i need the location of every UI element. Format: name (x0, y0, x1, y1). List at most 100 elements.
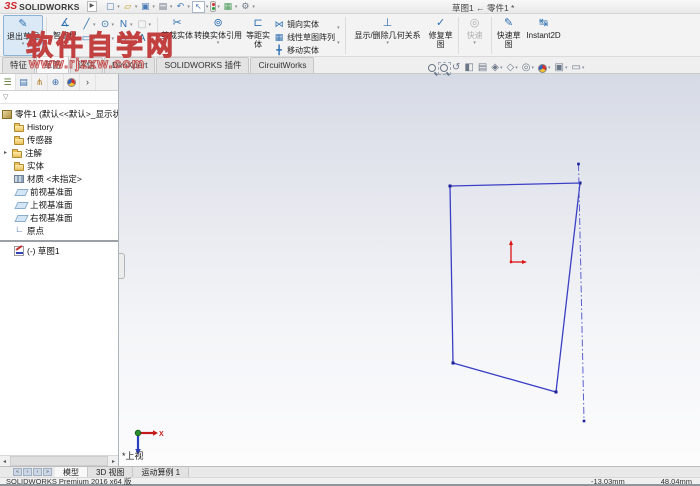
group-dropdowns[interactable]: ▾ ▾ (335, 15, 342, 56)
plane-tool-button[interactable]: ▢ ▾ (136, 19, 152, 30)
exit-sketch-dropdown-icon[interactable]: ▾ (22, 42, 25, 47)
smart-dimension-button[interactable]: ∡ 智能尺寸 (50, 15, 80, 56)
tree-item[interactable]: 原点 (0, 224, 118, 237)
display-manager-tab[interactable] (64, 74, 80, 90)
panel-splitter-handle[interactable] (119, 253, 125, 279)
view-orientation-button[interactable]: ◈ ▾ (491, 62, 502, 74)
convert-entities-button[interactable]: ⊚ 转换实体引用 ▾ (193, 15, 243, 56)
display-style-dropdown-icon[interactable]: ▾ (515, 65, 518, 71)
sketch-vertex[interactable] (448, 184, 452, 188)
scroll-left-icon[interactable]: ◂ (0, 458, 9, 465)
apply-scene-dropdown-icon[interactable]: ▾ (565, 65, 568, 71)
tab-DimXpert[interactable]: DimXpert (104, 57, 156, 73)
scrollbar-track[interactable] (10, 456, 108, 466)
select-dropdown-icon[interactable]: ▾ (206, 4, 209, 10)
display-delete-relations-button[interactable]: ⊥ 显示/删除几何关系 ▾ (349, 15, 427, 56)
arc-tool-button[interactable]: ◠ ▾ (99, 33, 115, 44)
edit-appearance-button[interactable]: ▾ (537, 63, 551, 73)
exit-sketch-button[interactable]: ✎ 退出草图 ▾ (3, 15, 43, 56)
tree-item[interactable]: 实体 (0, 159, 118, 172)
linear-pattern-button[interactable]: ▦ 线性草图阵列 (273, 31, 335, 43)
view-orientation-dropdown-icon[interactable]: ▾ (500, 65, 503, 71)
sketch-canvas[interactable]: X (119, 74, 700, 466)
quick-snaps-dropdown-icon[interactable]: ▾ (473, 41, 476, 46)
open-button[interactable]: ▱ ▾ (122, 1, 138, 12)
spline-tool-dropdown-icon[interactable]: ▾ (130, 22, 133, 28)
circle-tool-dropdown-icon[interactable]: ▾ (112, 22, 115, 28)
display-settings-button[interactable]: ▦ ▾ (222, 1, 238, 12)
options-dropdown-icon[interactable]: ▾ (252, 4, 255, 10)
rollback-bar[interactable] (0, 240, 118, 242)
instant2d-button[interactable]: ↹ Instant2D (523, 15, 565, 56)
view-settings-button[interactable]: ▭ ▾ (571, 62, 584, 74)
new-button[interactable]: ▢ ▾ (104, 1, 120, 12)
panel-horizontal-scrollbar[interactable]: ◂ ▸ (0, 455, 118, 466)
options-button[interactable]: ⚙ ▾ (239, 1, 255, 12)
open-dropdown-icon[interactable]: ▾ (135, 4, 138, 10)
rectangle-tool-dropdown-icon[interactable]: ▾ (93, 36, 96, 42)
tree-filter[interactable]: ▽ (0, 91, 118, 104)
hide-show-items-button[interactable]: ◎ ▾ (522, 62, 534, 74)
tree-item[interactable]: 右视基准面 (0, 211, 118, 224)
print-dropdown-icon[interactable]: ▾ (170, 4, 173, 10)
polygon-tool-dropdown-icon[interactable]: ▾ (130, 36, 133, 42)
scroll-right-icon[interactable]: ▸ (109, 458, 118, 465)
tree-item[interactable]: History (0, 120, 118, 133)
mirror-entities-button[interactable]: ⋈ 镜向实体 (273, 18, 335, 30)
new-dropdown-icon[interactable]: ▾ (117, 4, 120, 10)
save-button[interactable]: ▣ ▾ (139, 1, 155, 12)
sketch-vertex[interactable] (451, 361, 455, 365)
apply-scene-button[interactable]: ▣ ▾ (555, 62, 568, 74)
text-tool-button[interactable]: A ▾ (136, 33, 152, 44)
configuration-manager-tab[interactable]: ⋔ (32, 74, 48, 90)
repair-sketch-button[interactable]: ✓ 修复草图 (427, 15, 455, 56)
tab-草图[interactable]: 草图 (36, 56, 70, 73)
tree-item[interactable]: 传感器 (0, 133, 118, 146)
circle-tool-button[interactable]: ⊙ ▾ (99, 19, 115, 30)
tree-item[interactable]: 前视基准面 (0, 185, 118, 198)
undo-dropdown-icon[interactable]: ▾ (187, 4, 190, 10)
line-tool-button[interactable]: ╱ ▾ (80, 19, 96, 30)
tree-item[interactable]: 上视基准面 (0, 198, 118, 211)
offset-entities-button[interactable]: ⊏ 等距实体 (243, 15, 273, 56)
quick-snaps-button[interactable]: ◎ 快速 ▾ (462, 15, 488, 56)
previous-view-button[interactable]: ↺ (452, 62, 460, 74)
tab-评估[interactable]: 评估 (70, 57, 104, 73)
section-view-button[interactable]: ◧ (464, 62, 473, 74)
annotation-view-button[interactable]: ▤ (478, 62, 487, 74)
sketch-profile[interactable] (449, 182, 581, 393)
tree-item[interactable]: ▸ 注解 (0, 146, 118, 159)
line-tool-dropdown-icon[interactable]: ▾ (93, 22, 96, 28)
rapid-sketch-button[interactable]: ✎ 快速草图 (495, 15, 523, 56)
feature-manager-tab[interactable]: ☰ (0, 74, 16, 90)
display-style-button[interactable]: ◇ ▾ (507, 62, 518, 74)
more-tabs-tab[interactable]: › (80, 74, 96, 90)
dimxpert-manager-tab[interactable]: ⊕ (48, 74, 64, 90)
tree-item[interactable]: 材质 <未指定> (0, 172, 118, 185)
rectangle-tool-button[interactable]: ▭ ▾ (80, 33, 96, 44)
convert-entities-dropdown-icon[interactable]: ▾ (217, 41, 220, 46)
display-settings-dropdown-icon[interactable]: ▾ (235, 4, 238, 10)
rebuild-dropdown-icon[interactable]: ▾ (217, 4, 220, 10)
plane-tool-dropdown-icon[interactable]: ▾ (149, 22, 152, 28)
trim-entities-button[interactable]: ✂ 剪裁实体 (161, 15, 193, 56)
save-dropdown-icon[interactable]: ▾ (152, 4, 155, 10)
construction-endpoint[interactable] (582, 419, 586, 423)
polygon-tool-button[interactable]: ◇ ▾ (117, 33, 133, 44)
arc-tool-dropdown-icon[interactable]: ▾ (112, 36, 115, 42)
toolbar-pin-icon[interactable]: ▶ (86, 1, 98, 12)
graphics-viewport[interactable]: X *上视 (119, 74, 700, 466)
zoom-fit-button[interactable] (428, 64, 436, 72)
display-delete-relations-dropdown-icon[interactable]: ▾ (386, 41, 389, 46)
print-button[interactable]: ▤ ▾ (157, 1, 173, 12)
tree-item[interactable]: (-) 草图1 (0, 244, 118, 257)
spline-tool-button[interactable]: Ν ▾ (117, 19, 133, 30)
construction-endpoint[interactable] (577, 162, 580, 166)
sketch-vertex[interactable] (554, 390, 558, 394)
tab-CircuitWorks[interactable]: CircuitWorks (250, 57, 315, 73)
undo-button[interactable]: ↶ ▾ (174, 1, 190, 12)
expand-arrow-icon[interactable]: ▸ (4, 149, 12, 156)
tab-特征[interactable]: 特征 (2, 57, 36, 73)
text-tool-dropdown-icon[interactable]: ▾ (149, 36, 152, 42)
tree-item[interactable]: 零件1 (默认<<默认>_显示状态 (0, 107, 118, 120)
